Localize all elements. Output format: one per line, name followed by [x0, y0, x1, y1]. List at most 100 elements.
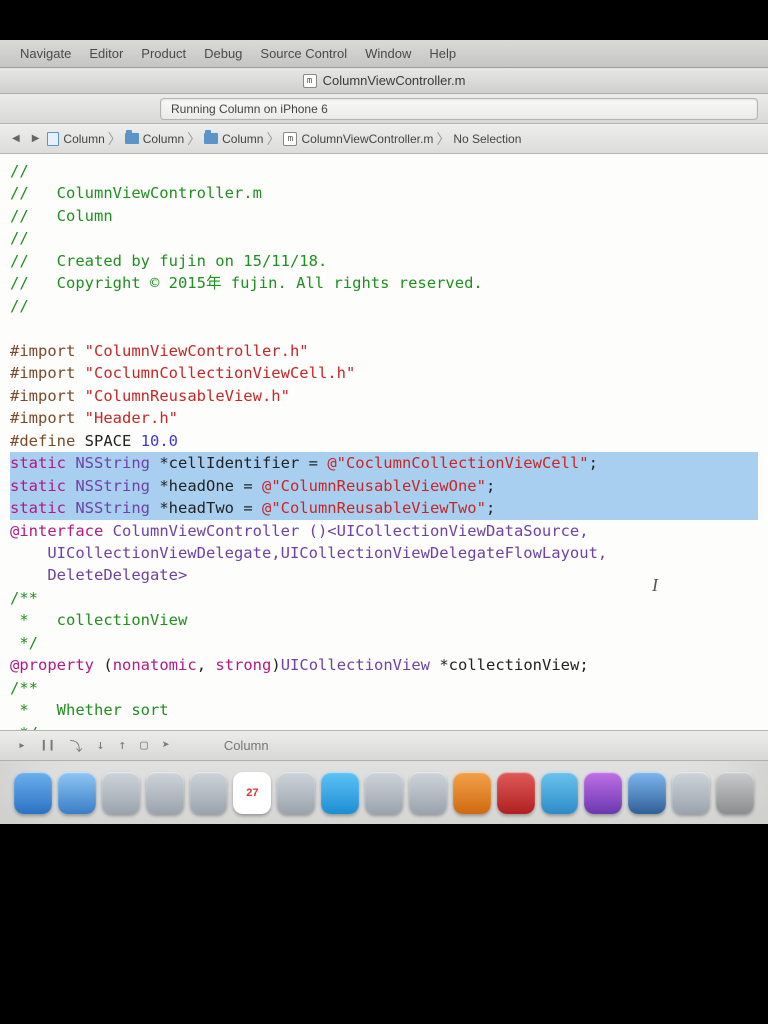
menu-window[interactable]: Window [365, 46, 411, 61]
dock-appstore-icon[interactable] [321, 772, 359, 814]
preproc: #import [10, 387, 75, 405]
comment: * collectionView [10, 611, 187, 629]
project-icon [47, 132, 59, 146]
nav-forward-icon[interactable]: ▶ [28, 133, 44, 144]
toolbar: Running Column on iPhone 6 [0, 94, 768, 124]
dock-app-icon[interactable] [672, 772, 710, 814]
menu-navigate[interactable]: Navigate [20, 46, 71, 61]
punct: ( [103, 656, 112, 674]
selected-line: static NSString *headOne = @"ColumnReusa… [10, 475, 758, 497]
selected-line: static NSString *cellIdentifier = @"Cocl… [10, 452, 758, 474]
punct: ; [486, 477, 495, 495]
app-menubar: Navigate Editor Product Debug Source Con… [0, 40, 768, 68]
preproc: #import [10, 364, 75, 382]
comment: // ColumnViewController.m [10, 184, 262, 202]
nav-back-icon[interactable]: ◀ [8, 133, 24, 144]
activity-viewer: Running Column on iPhone 6 [160, 98, 758, 120]
crumb-project[interactable]: Column [47, 132, 104, 146]
objc-file-icon: m [303, 74, 317, 88]
type: NSString [75, 454, 150, 472]
dock-xcode-icon[interactable] [628, 772, 666, 814]
ident: *cellIdentifier = [150, 454, 327, 472]
menu-debug[interactable]: Debug [204, 46, 242, 61]
number: 10.0 [141, 432, 178, 450]
chevron-right-icon: 〉 [436, 129, 450, 149]
dock-app-icon[interactable] [453, 772, 491, 814]
pause-icon[interactable]: ❙❙ [40, 738, 56, 753]
xcode-window: Navigate Editor Product Debug Source Con… [0, 40, 768, 824]
type: UICollectionView [281, 656, 430, 674]
crumb-folder-2[interactable]: Column [204, 132, 263, 146]
crumb-label: Column [143, 132, 184, 146]
string: "ColumnViewController.h" [85, 342, 309, 360]
ident: *headOne = [150, 477, 262, 495]
dock-finder-icon[interactable] [14, 772, 52, 814]
dock-itunes-icon[interactable] [541, 772, 579, 814]
kw: @interface [10, 522, 103, 540]
dock-trash-icon[interactable] [716, 772, 754, 814]
menu-source-control[interactable]: Source Control [260, 46, 347, 61]
breakpoint-toggle-icon[interactable]: ▸ [18, 738, 26, 753]
macro-name: SPACE [85, 432, 132, 450]
dock-app-icon[interactable] [409, 772, 447, 814]
folder-icon [204, 133, 218, 144]
step-out-icon[interactable]: ↑ [118, 738, 126, 753]
text-cursor-icon: I [652, 572, 658, 598]
crumb-selection[interactable]: No Selection [453, 132, 521, 146]
comment: // [10, 297, 29, 315]
macos-dock: 27 [0, 760, 768, 824]
dock-app-icon[interactable] [190, 772, 228, 814]
punct: ; [486, 499, 495, 517]
dock-app-icon[interactable] [584, 772, 622, 814]
view-debug-icon[interactable]: ▢ [140, 738, 148, 753]
menu-product[interactable]: Product [141, 46, 186, 61]
debug-target-label: Column [224, 738, 269, 753]
dock-app-icon[interactable] [277, 772, 315, 814]
crumb-folder-1[interactable]: Column [125, 132, 184, 146]
crumb-label: Column [63, 132, 104, 146]
step-over-icon[interactable]: ⤵ [69, 736, 82, 755]
debug-bar: ▸ ❙❙ ⤵ ↓ ↑ ▢ ➤ Column [0, 730, 768, 760]
dock-safari-icon[interactable] [58, 772, 96, 814]
comment: // Created by fujin on 15/11/18. [10, 252, 327, 270]
window-title: ColumnViewController.m [323, 73, 466, 88]
objc-file-icon: m [283, 132, 297, 146]
preproc: #define [10, 432, 75, 450]
comment: */ [10, 634, 38, 652]
kw: static [10, 499, 66, 517]
folder-icon [125, 133, 139, 144]
type: NSString [75, 499, 150, 517]
jump-bar[interactable]: ◀ ▶ Column 〉 Column 〉 Column 〉 m ColumnV… [0, 124, 768, 154]
menu-help[interactable]: Help [429, 46, 456, 61]
punct: ) [271, 656, 280, 674]
comment: // [10, 162, 29, 180]
dock-app-icon[interactable] [365, 772, 403, 814]
kw: static [10, 454, 66, 472]
preproc: #import [10, 409, 75, 427]
dock-app-icon[interactable] [146, 772, 184, 814]
comment: /** [10, 679, 38, 697]
comment: // Copyright © 2015年 fujin. All rights r… [10, 274, 483, 292]
kw: strong [215, 656, 271, 674]
crumb-label: Column [222, 132, 263, 146]
comment: * Whether sort [10, 701, 169, 719]
kw: static [10, 477, 66, 495]
chevron-right-icon: 〉 [187, 129, 201, 149]
dock-app-icon[interactable] [102, 772, 140, 814]
ident: *collectionView; [430, 656, 589, 674]
comment: */ [10, 724, 38, 730]
step-into-icon[interactable]: ↓ [97, 738, 105, 753]
menu-editor[interactable]: Editor [89, 46, 123, 61]
ident: *headTwo = [150, 499, 262, 517]
dock-app-icon[interactable] [497, 772, 535, 814]
crumb-file[interactable]: m ColumnViewController.m [283, 132, 433, 146]
dock-calendar-icon[interactable]: 27 [233, 772, 271, 814]
crumb-label: No Selection [453, 132, 521, 146]
string: "CoclumnCollectionViewCell.h" [85, 364, 356, 382]
punct: ; [589, 454, 598, 472]
source-editor[interactable]: // // ColumnViewController.m // Column /… [0, 154, 768, 730]
classname: ColumnViewController [103, 522, 308, 540]
chevron-right-icon: 〉 [266, 129, 280, 149]
location-icon[interactable]: ➤ [162, 738, 170, 753]
string: "ColumnReusableView.h" [85, 387, 290, 405]
